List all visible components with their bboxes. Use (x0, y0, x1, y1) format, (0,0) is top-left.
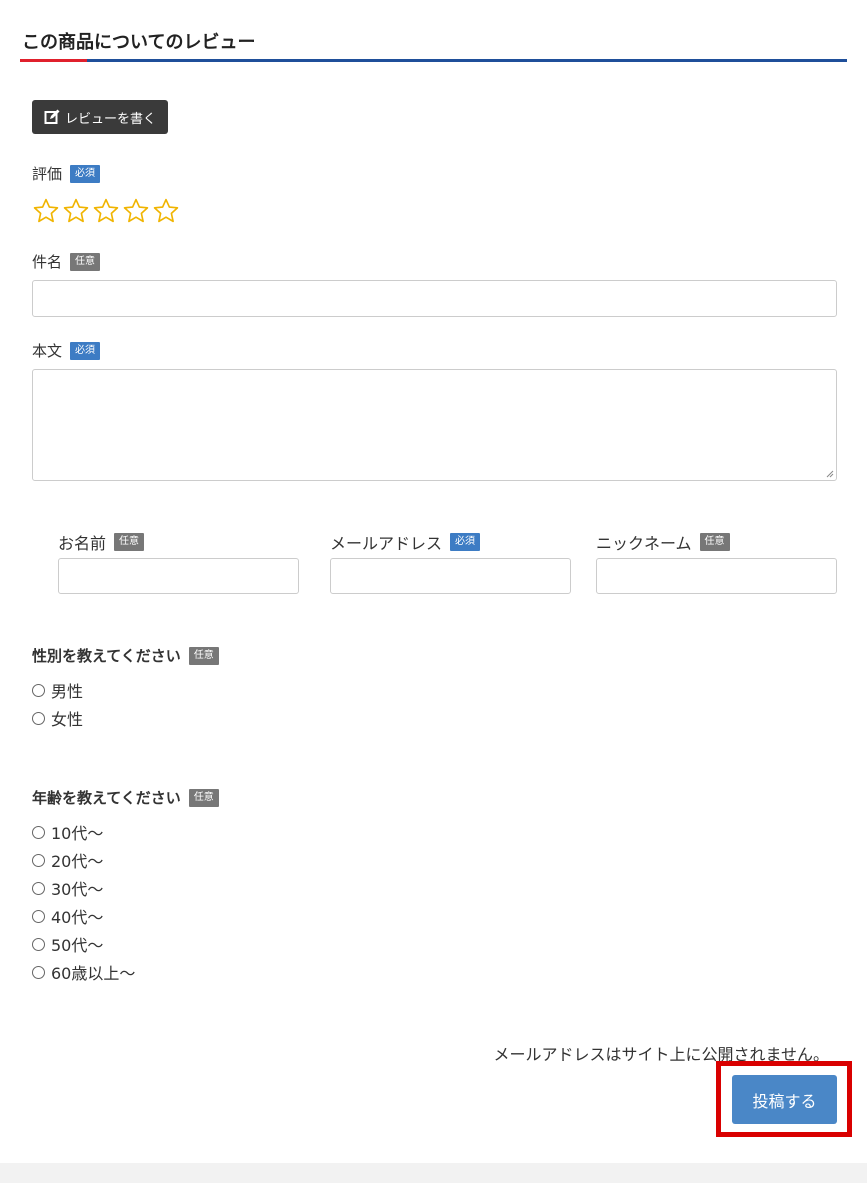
star-icon[interactable] (122, 197, 150, 225)
write-review-button[interactable]: レビューを書く (32, 100, 168, 134)
star-icon[interactable] (32, 197, 60, 225)
age-option-60plus[interactable]: 60歳以上～ (32, 958, 135, 986)
subject-input[interactable] (32, 280, 837, 317)
radio-label: 10代～ (51, 824, 104, 843)
age-option-50s[interactable]: 50代～ (32, 930, 135, 958)
radio-label: 20代～ (51, 852, 104, 871)
body-textarea[interactable] (32, 369, 837, 481)
radio-circle-icon[interactable] (32, 853, 45, 867)
radio-circle-icon[interactable] (32, 937, 45, 951)
resize-grip-icon[interactable] (826, 470, 834, 478)
radio-label: 男性 (51, 682, 84, 701)
body-label: 本文 (32, 342, 63, 360)
subject-label-row: 件名 任意 (32, 251, 101, 272)
gender-options: 男性 女性 (32, 676, 83, 732)
optional-badge: 任意 (114, 533, 145, 551)
star-icon[interactable] (92, 197, 120, 225)
radio-circle-icon[interactable] (32, 825, 45, 839)
gender-option-female[interactable]: 女性 (32, 704, 83, 732)
nickname-input[interactable] (596, 558, 837, 594)
radio-label: 50代～ (51, 936, 104, 955)
age-option-10s[interactable]: 10代～ (32, 818, 135, 846)
age-option-40s[interactable]: 40代～ (32, 902, 135, 930)
age-option-20s[interactable]: 20代～ (32, 846, 135, 874)
edit-icon (44, 109, 60, 125)
nickname-label: ニックネーム (596, 534, 692, 553)
email-label-row: メールアドレス 必須 (330, 530, 481, 554)
rating-label: 評価 (32, 165, 63, 183)
radio-label: 40代～ (51, 908, 104, 927)
age-label: 年齢を教えてください (32, 789, 181, 807)
email-input[interactable] (330, 558, 571, 594)
star-rating[interactable] (32, 197, 180, 225)
gender-option-male[interactable]: 男性 (32, 676, 83, 704)
required-badge: 必須 (70, 341, 101, 360)
footer-band (0, 1163, 867, 1183)
star-icon[interactable] (152, 197, 180, 225)
radio-circle-icon[interactable] (32, 711, 45, 725)
radio-circle-icon[interactable] (32, 909, 45, 923)
name-label-row: お名前 任意 (58, 530, 145, 554)
radio-label: 60歳以上～ (51, 964, 136, 983)
age-option-30s[interactable]: 30代～ (32, 874, 135, 902)
radio-circle-icon[interactable] (32, 965, 45, 979)
nickname-label-row: ニックネーム 任意 (596, 530, 730, 554)
radio-label: 30代～ (51, 880, 104, 899)
radio-circle-icon[interactable] (32, 881, 45, 895)
section-title: この商品についてのレビュー (22, 32, 256, 53)
optional-badge: 任意 (188, 788, 219, 807)
subject-label: 件名 (32, 253, 63, 271)
rating-label-row: 評価 必須 (32, 163, 101, 184)
submit-button[interactable]: 投稿する (732, 1075, 837, 1124)
gender-label-row: 性別を教えてください 任意 (32, 645, 219, 666)
optional-badge: 任意 (70, 252, 101, 271)
body-label-row: 本文 必須 (32, 340, 101, 361)
star-icon[interactable] (62, 197, 90, 225)
age-options: 10代～ 20代～ 30代～ 40代～ 50代～ 60歳以上～ (32, 818, 135, 986)
title-divider-accent (20, 59, 87, 62)
name-label: お名前 (58, 534, 107, 553)
optional-badge: 任意 (699, 533, 730, 551)
radio-circle-icon[interactable] (32, 683, 45, 697)
required-badge: 必須 (70, 164, 101, 183)
email-label: メールアドレス (330, 534, 443, 553)
optional-badge: 任意 (188, 646, 219, 665)
required-badge: 必須 (450, 533, 481, 551)
title-divider (20, 59, 847, 62)
radio-label: 女性 (51, 710, 84, 729)
name-input[interactable] (58, 558, 299, 594)
write-review-label: レビューを書く (64, 111, 156, 127)
gender-label: 性別を教えてください (32, 647, 181, 665)
age-label-row: 年齢を教えてください 任意 (32, 787, 219, 808)
